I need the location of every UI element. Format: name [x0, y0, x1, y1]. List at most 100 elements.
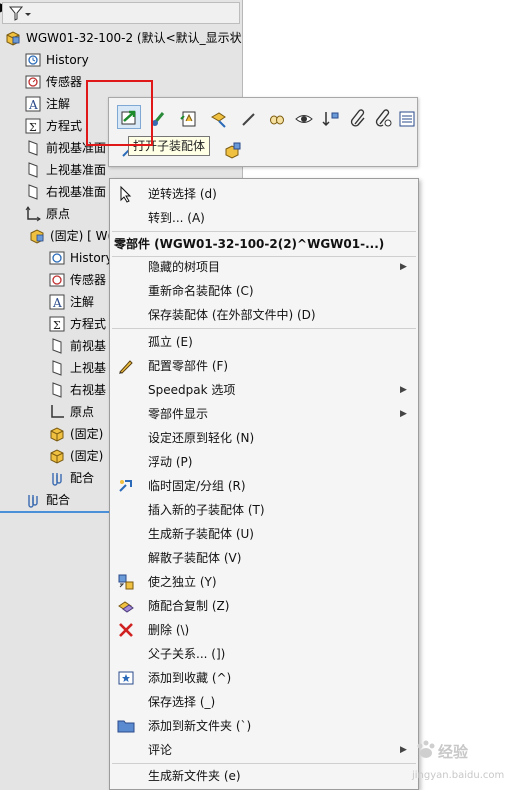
plane-icon: [48, 337, 66, 355]
tree-item-annotations[interactable]: A 注解: [24, 93, 70, 115]
menu-item-rename-assembly[interactable]: 重新命名装配体 (C): [110, 279, 418, 303]
pencil-icon: [242, 113, 255, 126]
menu-item-delete[interactable]: 删除 (\): [110, 618, 418, 642]
history-icon: [48, 249, 66, 267]
assembly-button[interactable]: [221, 138, 245, 162]
tree-item-mates[interactable]: 配合: [48, 467, 94, 489]
tree-item-origin[interactable]: 原点: [24, 203, 70, 225]
menu-item-parent-child[interactable]: 父子关系... (]): [110, 642, 418, 666]
tree-item-label: 配合: [70, 471, 95, 485]
menu-item-label: 添加到收藏 (^): [148, 671, 232, 685]
tree-item-history[interactable]: History: [48, 247, 113, 269]
tree-item-origin[interactable]: 原点: [48, 401, 94, 423]
menu-item-make-independent[interactable]: 使之独立 (Y): [110, 570, 418, 594]
temp-fix-icon: [117, 477, 135, 495]
menu-item-create-new-folder[interactable]: 生成新文件夹 (e): [110, 764, 418, 788]
menu-item-configure-component[interactable]: 配置零部件 (F): [110, 354, 418, 378]
properties-button[interactable]: [395, 107, 419, 131]
menu-item-label: 随配合复制 (Z): [148, 599, 230, 613]
eye-icon: [295, 115, 313, 123]
tree-item-label: 注解: [70, 295, 95, 309]
menu-item-dissolve-subassembly[interactable]: 解散子装配体 (V): [110, 546, 418, 570]
submenu-arrow-icon: ▶: [400, 409, 407, 419]
submenu-arrow-icon: ▶: [400, 262, 407, 272]
paw-logo-icon: [417, 740, 435, 758]
menu-item-insert-new-subassembly[interactable]: 插入新的子装配体 (T): [110, 498, 418, 522]
sort-icon: [322, 112, 339, 127]
glasses-icon: [270, 115, 284, 125]
tree-item-label: History: [46, 53, 89, 67]
plane-icon: [48, 381, 66, 399]
tree-item-sensors[interactable]: 传感器: [24, 71, 82, 93]
folder-icon: [117, 717, 135, 735]
tree-item-annotations[interactable]: A 注解: [48, 291, 94, 313]
tree-item-fixed-part[interactable]: (固定): [48, 445, 103, 467]
tree-item-sensors[interactable]: 传感器: [48, 269, 106, 291]
tree-item-top-plane[interactable]: 上视基准面: [24, 159, 106, 181]
menu-item-label: 转到... (A): [148, 211, 205, 225]
menu-item-add-to-favorites[interactable]: 添加到收藏 (^): [110, 666, 418, 690]
menu-item-isolate[interactable]: 孤立 (E): [110, 330, 418, 354]
tree-item-label: (固定): [70, 449, 104, 463]
make-independent-icon: [117, 573, 135, 591]
tree-item-top-plane[interactable]: 上视基: [48, 357, 106, 379]
tree-filter-bar[interactable]: [2, 2, 240, 24]
tree-item-fixed-part[interactable]: (固定): [48, 423, 103, 445]
menu-item-save-selection[interactable]: 保存选择 (_): [110, 690, 418, 714]
menu-item-float[interactable]: 浮动 (P): [110, 450, 418, 474]
menu-item-component-display[interactable]: 零部件显示 ▶: [110, 402, 418, 426]
sort-button[interactable]: [319, 107, 343, 131]
menu-item-hidden-tree-items[interactable]: 隐藏的树项目 ▶: [110, 255, 418, 279]
tree-item-right-plane[interactable]: 右视基准面: [24, 181, 106, 203]
menu-item-label: 重新命名装配体 (C): [148, 284, 254, 298]
watermark-brand: 经验: [438, 743, 469, 761]
menu-item-temp-fix-group[interactable]: 临时固定/分组 (R): [110, 474, 418, 498]
tree-item-equations[interactable]: Σ 方程式: [24, 115, 82, 137]
rebuild-button[interactable]: [177, 107, 201, 131]
tree-item-history[interactable]: History: [24, 49, 89, 71]
appearance-button[interactable]: [207, 107, 231, 131]
filter-icon[interactable]: [7, 5, 33, 22]
tree-item-label: 注解: [46, 97, 71, 111]
tree-item-label: 原点: [70, 405, 95, 419]
tree-root[interactable]: WGW01-32-100-2 (默认<默认_显示状: [4, 27, 242, 49]
menu-item-label: 浮动 (P): [148, 455, 193, 469]
menu-item-set-lightweight[interactable]: 设定还原到轻化 (N): [110, 426, 418, 450]
submenu-arrow-icon: ▶: [400, 745, 407, 755]
part-icon: [48, 447, 66, 465]
tree-item-label: 传感器: [70, 273, 107, 287]
copy-with-mates-icon: [117, 597, 135, 615]
menu-item-label: 零部件显示: [148, 407, 209, 421]
assembly-icon: [225, 142, 241, 159]
show-button[interactable]: [292, 107, 316, 131]
paperclip-icon: [350, 109, 365, 127]
tree-item-right-plane[interactable]: 右视基: [48, 379, 106, 401]
tree-item-label: 配合: [46, 493, 71, 507]
menu-item-add-to-new-folder[interactable]: 添加到新文件夹 (`): [110, 714, 418, 738]
sketch-button[interactable]: [237, 107, 261, 131]
menu-item-goto[interactable]: 转到... (A): [110, 206, 418, 230]
tree-item-subassembly[interactable]: (固定) [ W(: [28, 225, 112, 247]
view-mates-button[interactable]: [372, 107, 396, 131]
plane-icon: [48, 359, 66, 377]
menu-item-save-assembly[interactable]: 保存装配体 (在外部文件中) (D): [110, 303, 418, 327]
hide-button[interactable]: [265, 107, 289, 131]
menu-item-speedpak-options[interactable]: Speedpak 选项 ▶: [110, 378, 418, 402]
menu-item-label: 设定还原到轻化 (N): [148, 431, 255, 445]
list-icon: [399, 111, 415, 127]
tree-item-mates[interactable]: 配合: [24, 489, 70, 511]
view-mates-icon: [375, 109, 392, 127]
history-icon: [24, 51, 42, 69]
tree-root-label: WGW01-32-100-2 (默认<默认_显示状: [26, 31, 242, 45]
menu-item-copy-with-mates[interactable]: 随配合复制 (Z): [110, 594, 418, 618]
menu-item-label: 父子关系... (]): [148, 647, 226, 661]
mate-button[interactable]: [347, 107, 371, 131]
tree-item-front-plane[interactable]: 前视基: [48, 335, 106, 357]
menu-item-invert-selection[interactable]: 逆转选择 (d): [110, 182, 418, 206]
annotation-icon: A: [24, 95, 42, 113]
tree-item-equations[interactable]: Σ 方程式: [48, 313, 106, 335]
menu-item-comment[interactable]: 评论 ▶: [110, 738, 418, 762]
menu-item-form-new-subassembly[interactable]: 生成新子装配体 (U): [110, 522, 418, 546]
annotation-icon: A: [48, 293, 66, 311]
mate-icon: [24, 491, 42, 509]
